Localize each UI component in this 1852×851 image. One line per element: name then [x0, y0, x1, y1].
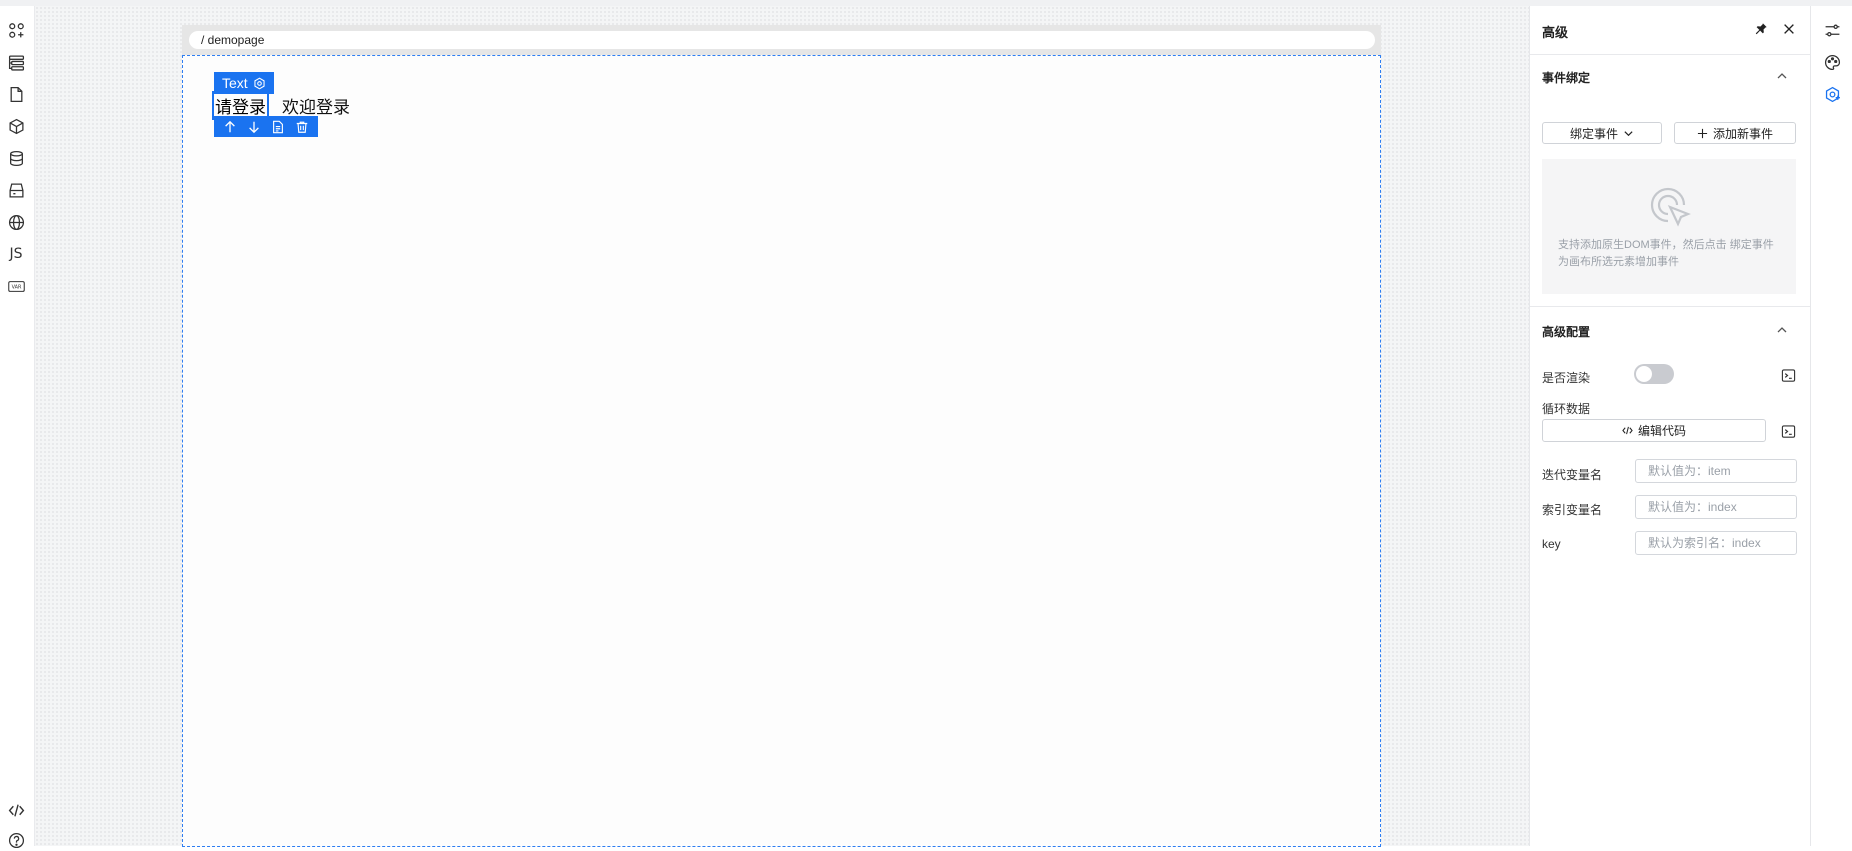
plus-icon — [1697, 128, 1708, 138]
divider — [1530, 306, 1810, 307]
loop-data-label: 循环数据 — [1542, 402, 1591, 416]
iter-var-input[interactable] — [1635, 459, 1797, 483]
move-down-icon[interactable] — [246, 119, 262, 135]
chevron-up-icon[interactable] — [1774, 322, 1790, 338]
page-canvas[interactable]: Text 请登录 欢迎登录 — [182, 55, 1381, 847]
js-icon[interactable]: JS — [5, 243, 27, 265]
selected-component-name: Text — [222, 75, 248, 91]
render-label: 是否渲染 — [1542, 371, 1591, 385]
edit-code-button[interactable]: 编辑代码 — [1542, 419, 1766, 442]
datasource-icon[interactable] — [5, 147, 27, 169]
advanced-settings-icon[interactable] — [1822, 84, 1842, 104]
palette-icon[interactable] — [1822, 52, 1842, 72]
help-icon[interactable] — [5, 829, 27, 851]
var-label: VAR — [11, 284, 21, 290]
edit-code-label: 编辑代码 — [1637, 424, 1686, 438]
left-activity-bar: JS VAR — [0, 6, 35, 848]
divider — [1530, 54, 1810, 55]
terminal-icon[interactable] — [1780, 367, 1796, 383]
canvas-area: / demopage Text 请登录 欢迎登录 — [35, 6, 1529, 847]
events-empty-text: 支持添加原生DOM事件，然后点击 绑定事件 为画布所选元素增加事件 — [1558, 239, 1774, 268]
page-breadcrumb: / demopage — [201, 33, 265, 47]
var-icon[interactable]: VAR — [5, 275, 27, 297]
chevron-up-icon[interactable] — [1774, 68, 1790, 84]
advanced-panel: 高级 事件绑定 绑定事件 添加新事件 支持添加原生DOM事件，然后点击 绑定事件… — [1529, 6, 1810, 846]
page-frame: / demopage Text 请登录 欢迎登录 — [182, 25, 1381, 847]
text-component-row: 请登录 欢迎登录 — [212, 90, 350, 120]
toggle-knob — [1636, 366, 1652, 382]
props-icon[interactable] — [1822, 20, 1842, 40]
address-bar[interactable]: / demopage — [189, 31, 1375, 49]
globe-icon[interactable] — [5, 211, 27, 233]
block-icon[interactable] — [5, 115, 27, 137]
panel-title: 高级 — [1542, 25, 1569, 40]
add-event-button[interactable]: 添加新事件 — [1674, 122, 1796, 144]
bind-event-label: 绑定事件 — [1569, 126, 1618, 141]
key-input[interactable] — [1635, 531, 1797, 555]
page-icon[interactable] — [5, 83, 27, 105]
right-icon-rail — [1810, 6, 1852, 846]
code-icon[interactable] — [5, 799, 27, 821]
add-event-label: 添加新事件 — [1712, 126, 1773, 141]
text-component[interactable]: 欢迎登录 — [282, 93, 350, 118]
advanced-section-title: 高级配置 — [1542, 325, 1591, 339]
render-toggle[interactable] — [1634, 364, 1674, 384]
bind-event-button[interactable]: 绑定事件 — [1542, 122, 1662, 144]
copy-icon[interactable] — [270, 119, 286, 135]
events-section-title: 事件绑定 — [1542, 71, 1591, 85]
close-icon[interactable] — [1780, 20, 1798, 38]
index-var-label: 索引变量名 — [1542, 503, 1603, 517]
frame-header: / demopage — [182, 25, 1381, 55]
pin-icon[interactable] — [1752, 20, 1770, 38]
events-empty-state: 支持添加原生DOM事件，然后点击 绑定事件 为画布所选元素增加事件 — [1542, 159, 1796, 294]
delete-icon[interactable] — [294, 119, 310, 135]
outline-icon[interactable] — [5, 51, 27, 73]
components-icon[interactable] — [5, 19, 27, 41]
selected-text-component[interactable]: 请登录 — [212, 90, 269, 120]
index-var-input[interactable] — [1635, 495, 1797, 519]
selection-toolbar — [214, 116, 318, 137]
terminal-icon[interactable] — [1780, 423, 1796, 439]
key-label: key — [1542, 537, 1561, 551]
move-up-icon[interactable] — [222, 119, 238, 135]
iter-var-label: 迭代变量名 — [1542, 468, 1603, 482]
code-icon — [1622, 426, 1633, 435]
storage-icon[interactable] — [5, 179, 27, 201]
click-cursor-icon — [1644, 181, 1694, 231]
settings-icon[interactable] — [253, 77, 266, 90]
chevron-down-icon — [1624, 130, 1633, 136]
